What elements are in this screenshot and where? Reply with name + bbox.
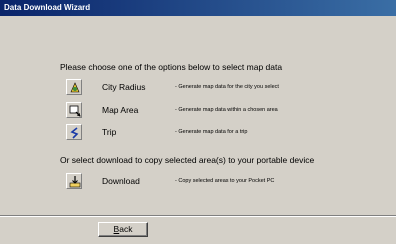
city-radius-option[interactable]: City Radius - Generate map data for the … [66, 79, 366, 97]
download-icon[interactable] [66, 173, 82, 189]
download-label[interactable]: Download [102, 176, 140, 186]
back-button[interactable]: Back [98, 222, 148, 237]
map-area-option[interactable]: Map Area - Generate map data within a ch… [66, 102, 366, 120]
title-bar: Data Download Wizard [0, 0, 396, 16]
trip-description: - Generate map data for a trip [175, 129, 248, 135]
map-area-icon[interactable] [66, 102, 82, 118]
trip-label[interactable]: Trip [102, 127, 116, 137]
trip-option[interactable]: Trip - Generate map data for a trip [66, 124, 366, 142]
footer-separator-highlight [0, 216, 396, 217]
options-heading: Please choose one of the options below t… [60, 62, 283, 72]
city-radius-icon[interactable] [66, 79, 82, 95]
city-radius-description: - Generate map data for the city you sel… [175, 84, 279, 90]
download-heading: Or select download to copy selected area… [60, 155, 315, 165]
trip-icon[interactable] [66, 124, 82, 140]
back-button-label: ack [119, 224, 133, 234]
download-description: - Copy selected areas to your Pocket PC [175, 178, 275, 184]
city-radius-label[interactable]: City Radius [102, 82, 145, 92]
map-area-description: - Generate map data within a chosen area [175, 107, 278, 113]
download-option[interactable]: Download - Copy selected areas to your P… [66, 173, 366, 191]
wizard-window: Data Download Wizard Please choose one o… [0, 0, 396, 244]
map-area-label[interactable]: Map Area [102, 105, 138, 115]
window-title: Data Download Wizard [4, 3, 91, 12]
